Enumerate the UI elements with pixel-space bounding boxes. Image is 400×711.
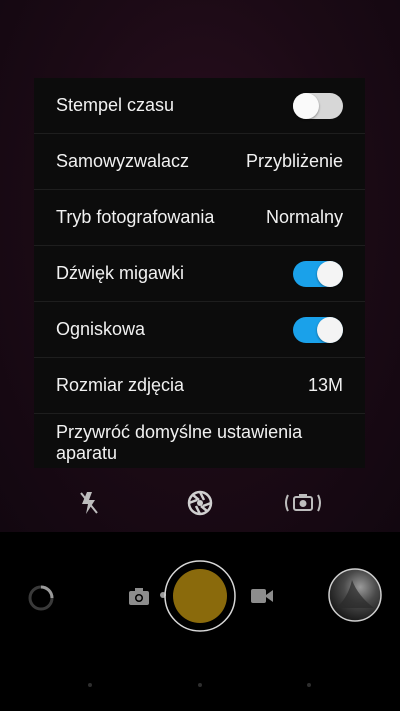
camera-bottom-bar: [0, 532, 400, 711]
mode-icons-bar: [0, 489, 400, 521]
setting-value: Przybliżenie: [245, 151, 343, 171]
nav-dot: [198, 683, 202, 687]
toggle-knob: [293, 92, 319, 119]
settings-panel: Stempel czasu Samowyzwalacz Przybliżenie…: [34, 78, 365, 468]
setting-reset-defaults[interactable]: Przywróć domyślne ustawienia aparatu: [34, 414, 365, 468]
setting-label: Ogniskowa: [56, 319, 146, 339]
setting-label: Dźwięk migawki: [56, 263, 185, 283]
shutter-sound-toggle[interactable]: [293, 260, 343, 287]
setting-label: Stempel czasu: [56, 95, 175, 115]
setting-timestamp[interactable]: Stempel czasu: [34, 78, 365, 134]
setting-focal[interactable]: Ogniskowa: [34, 302, 365, 358]
aperture-icon[interactable]: [186, 489, 214, 522]
shutter-button[interactable]: [163, 559, 237, 638]
gallery-thumbnail[interactable]: [328, 568, 382, 627]
setting-label: Przywróć domyślne ustawienia aparatu: [56, 422, 303, 463]
photo-mode-icon[interactable]: [128, 586, 150, 611]
video-mode-icon[interactable]: [250, 587, 274, 610]
focal-toggle[interactable]: [293, 316, 343, 343]
loading-ring-icon[interactable]: [27, 584, 55, 617]
toggle-knob: [317, 260, 343, 287]
camera-switch-icon[interactable]: [283, 489, 323, 522]
setting-label: Tryb fotografowania: [56, 207, 215, 227]
nav-dot: [307, 683, 311, 687]
setting-label: Rozmiar zdjęcia: [56, 375, 185, 395]
setting-photo-size[interactable]: Rozmiar zdjęcia 13M: [34, 358, 365, 414]
nav-dot: [88, 683, 92, 687]
toggle-knob: [317, 316, 343, 343]
setting-self-timer[interactable]: Samowyzwalacz Przybliżenie: [34, 134, 365, 190]
setting-value: 13M: [307, 375, 343, 395]
timestamp-toggle[interactable]: [293, 92, 343, 119]
setting-shutter-sound[interactable]: Dźwięk migawki: [34, 246, 365, 302]
flash-off-icon[interactable]: [78, 489, 100, 522]
setting-shooting-mode[interactable]: Tryb fotografowania Normalny: [34, 190, 365, 246]
setting-value: Normalny: [265, 207, 343, 227]
setting-label: Samowyzwalacz: [56, 151, 190, 171]
